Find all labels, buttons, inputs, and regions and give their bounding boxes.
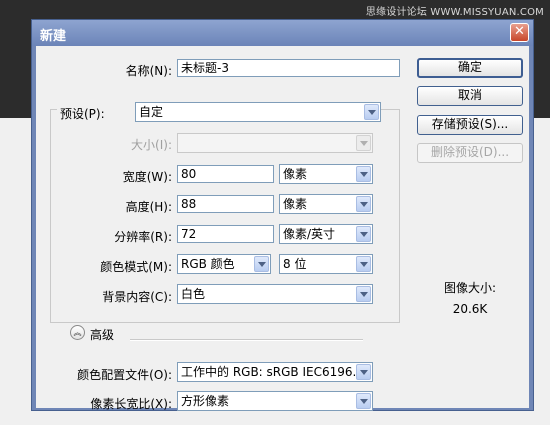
width-input[interactable]: 80	[177, 165, 274, 183]
color-profile-value: 工作中的 RGB: sRGB IEC6196...	[181, 365, 364, 379]
size-select	[177, 133, 373, 153]
background-contents-select[interactable]: 白色	[177, 284, 373, 304]
color-mode-label: 颜色模式(M):	[100, 260, 172, 274]
preset-value: 自定	[139, 105, 164, 119]
color-profile-label: 颜色配置文件(O):	[77, 368, 172, 382]
close-icon[interactable]: ✕	[510, 23, 529, 42]
chevron-down-icon[interactable]	[356, 393, 371, 409]
background-contents-value: 白色	[181, 287, 206, 301]
width-unit-select[interactable]: 像素	[279, 164, 373, 184]
chevron-down-icon[interactable]	[356, 196, 371, 212]
height-label: 高度(H):	[125, 200, 172, 214]
width-label: 宽度(W):	[122, 170, 172, 184]
resolution-label: 分辨率(R):	[114, 230, 172, 244]
cancel-button[interactable]: 取消	[417, 86, 523, 106]
image-size-value: 20.6K	[452, 302, 488, 316]
resolution-unit-value: 像素/英寸	[283, 227, 336, 241]
advanced-toggle-icon[interactable]: ︽	[70, 325, 85, 340]
preset-select[interactable]: 自定	[135, 102, 381, 122]
chevron-down-icon[interactable]	[356, 166, 371, 182]
height-unit-value: 像素	[283, 197, 308, 211]
delete-preset-button: 删除预设(D)...	[417, 143, 523, 163]
size-label: 大小(I):	[131, 138, 172, 152]
dialog-body: 名称(N): 未标题-3 预设(P): 自定 大小(I): 宽度(W): 80 …	[36, 46, 529, 411]
resolution-unit-select[interactable]: 像素/英寸	[279, 224, 373, 244]
advanced-separator	[130, 339, 363, 341]
title-bar[interactable]: 新建 ✕	[32, 20, 533, 46]
watermark: 思缘设计论坛 WWW.MISSYUAN.COM	[365, 7, 544, 18]
pixel-aspect-value: 方形像素	[181, 394, 230, 408]
color-profile-select[interactable]: 工作中的 RGB: sRGB IEC6196...	[177, 362, 373, 382]
chevron-down-icon	[356, 135, 371, 151]
width-unit-value: 像素	[283, 167, 308, 181]
chevron-down-icon[interactable]	[356, 286, 371, 302]
advanced-label: 高级	[90, 328, 115, 342]
name-input[interactable]: 未标题-3	[177, 59, 400, 77]
color-mode-value: RGB 颜色	[181, 257, 235, 271]
name-label: 名称(N):	[125, 64, 172, 78]
new-document-dialog: 新建 ✕ 名称(N): 未标题-3 预设(P): 自定 大小(I): 宽度(W)…	[31, 19, 534, 411]
chevron-down-icon[interactable]	[364, 104, 379, 120]
save-preset-button[interactable]: 存储预设(S)...	[417, 115, 523, 135]
ok-button[interactable]: 确定	[417, 58, 523, 78]
chevron-down-icon[interactable]	[254, 256, 269, 272]
preset-label: 预设(P):	[57, 105, 137, 122]
background-contents-label: 背景内容(C):	[102, 290, 172, 304]
chevron-down-icon[interactable]	[356, 226, 371, 242]
color-mode-select[interactable]: RGB 颜色	[177, 254, 271, 274]
resolution-input[interactable]: 72	[177, 225, 274, 243]
chevron-down-icon[interactable]	[356, 364, 371, 380]
pixel-aspect-select[interactable]: 方形像素	[177, 391, 373, 411]
height-unit-select[interactable]: 像素	[279, 194, 373, 214]
height-input[interactable]: 88	[177, 195, 274, 213]
bit-depth-select[interactable]: 8 位	[279, 254, 373, 274]
bit-depth-value: 8 位	[283, 257, 307, 271]
pixel-aspect-label: 像素长宽比(X):	[90, 397, 172, 411]
image-size-label: 图像大小:	[443, 281, 497, 295]
chevron-down-icon[interactable]	[356, 256, 371, 272]
window-title: 新建	[40, 29, 67, 44]
